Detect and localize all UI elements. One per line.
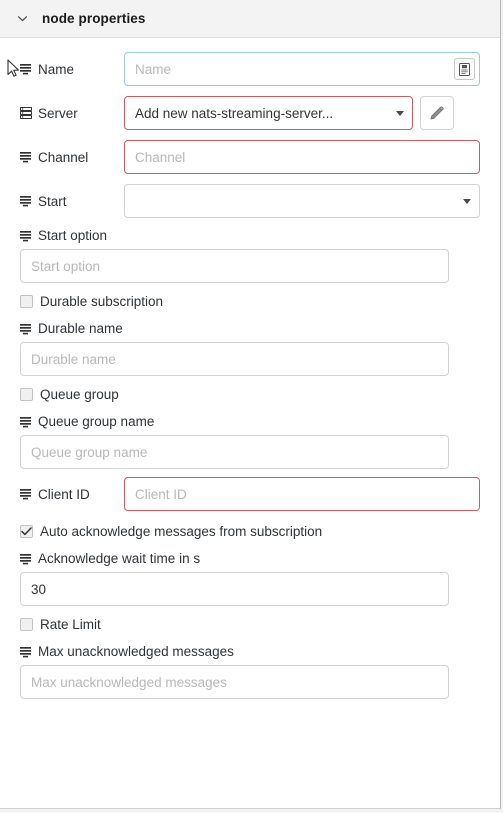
tag-icon[interactable] [454,58,475,80]
label-start: Start [20,194,124,209]
server-edit-button[interactable] [420,96,454,130]
server-icon [20,106,32,120]
bars-icon [20,229,32,243]
field-row-client-id: Client ID [20,477,480,511]
node-properties-panel: node properties Name Name Server Add new… [0,0,501,809]
bars-icon [20,194,32,208]
auto-acknowledge-checkbox[interactable]: Auto acknowledge messages from subscript… [20,524,322,539]
bars-icon [20,150,32,164]
name-input[interactable] [124,52,480,86]
server-select[interactable]: Add new nats-streaming-server... [124,96,413,130]
durable-name-input[interactable] [20,342,449,376]
label-server: Server [20,106,124,121]
rate-limit-label: Rate Limit [40,616,101,632]
field-row-server: Server Add new nats-streaming-server... [20,96,480,130]
checkbox-unchecked-icon [20,387,33,401]
rate-limit-checkbox[interactable]: Rate Limit [20,617,101,632]
bars-icon [20,552,32,566]
bars-icon [20,62,32,76]
field-row-ack-wait-time: Acknowledge wait time in s [20,551,480,606]
start-option-input[interactable] [20,249,449,283]
label-max-unacknowledged: Max unacknowledged messages [20,644,480,659]
queue-group-label: Queue group [40,386,119,402]
name-input-wrap [124,52,480,86]
pencil-icon [430,106,444,120]
field-row-max-unacknowledged: Max unacknowledged messages [20,644,480,699]
label-durable-name-text: Durable name [38,321,123,336]
bars-icon [20,415,32,429]
field-row-name: Name [20,52,480,86]
start-select[interactable] [124,184,480,218]
bars-icon [20,322,32,336]
field-row-queue-group: Queue group [20,384,480,404]
durable-subscription-label: Durable subscription [40,293,164,309]
label-start-text: Start [38,193,67,209]
max-unacknowledged-input[interactable] [20,665,449,699]
queue-group-name-input[interactable] [20,435,449,469]
label-server-text: Server [38,105,78,121]
field-row-durable-name: Durable name [20,321,480,376]
channel-input[interactable] [124,140,480,174]
ack-wait-time-input[interactable] [20,572,449,606]
bars-icon [20,487,32,501]
server-select-wrap: Add new nats-streaming-server... [124,96,413,130]
field-row-channel: Channel [20,140,480,174]
checkbox-unchecked-icon [20,294,33,308]
bars-icon [20,645,32,659]
panel-header[interactable]: node properties [0,0,500,38]
label-durable-name: Durable name [20,321,480,336]
label-client-id-text: Client ID [38,486,90,502]
queue-group-checkbox[interactable]: Queue group [20,387,119,402]
chevron-down-icon[interactable] [14,11,30,27]
label-start-option: Start option [20,228,480,243]
label-start-option-text: Start option [38,228,108,243]
field-row-start: Start [20,184,480,218]
checkbox-checked-icon [20,524,33,538]
label-queue-group-name-text: Queue group name [38,414,155,429]
checkbox-unchecked-icon [20,617,33,631]
durable-subscription-checkbox[interactable]: Durable subscription [20,294,163,309]
field-row-start-option: Start option [20,228,480,283]
label-channel-text: Channel [38,149,89,165]
label-channel: Channel [20,150,124,165]
client-id-input[interactable] [124,477,480,511]
panel-title: node properties [42,11,146,26]
label-max-unacknowledged-text: Max unacknowledged messages [38,644,234,659]
start-select-wrap [124,184,480,218]
field-row-queue-group-name: Queue group name [20,414,480,469]
label-name-text: Name [38,61,75,77]
properties-form: Name Name Server Add new nats-streaming-… [0,38,500,699]
label-ack-wait-time: Acknowledge wait time in s [20,551,480,566]
label-ack-wait-time-text: Acknowledge wait time in s [38,551,201,566]
label-name: Name [20,62,124,77]
field-row-rate-limit: Rate Limit [20,614,480,634]
channel-input-wrap [124,140,480,174]
client-id-input-wrap [124,477,480,511]
auto-acknowledge-label: Auto acknowledge messages from subscript… [40,523,323,539]
label-queue-group-name: Queue group name [20,414,480,429]
field-row-auto-acknowledge: Auto acknowledge messages from subscript… [20,521,480,541]
field-row-durable-subscription: Durable subscription [20,291,480,311]
label-client-id: Client ID [20,487,124,502]
